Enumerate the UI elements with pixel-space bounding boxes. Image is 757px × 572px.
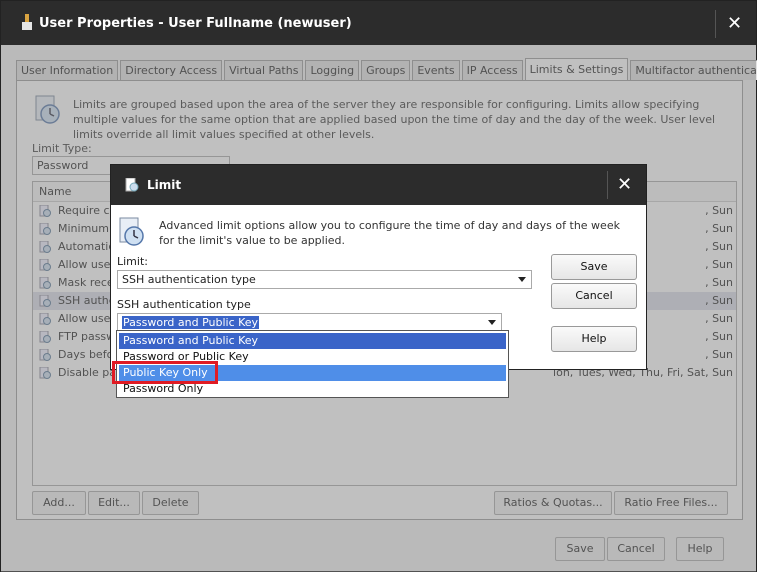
option-password-and-public-key[interactable]: Password and Public Key [119, 333, 506, 349]
close-icon: ✕ [616, 174, 633, 195]
window-titlebar: User Properties - User Fullname (newuser… [1, 1, 756, 45]
chevron-down-icon [518, 277, 526, 282]
app-icon [22, 14, 32, 30]
dialog-titlebar: Limit ✕ [111, 165, 646, 205]
limit-select-value: SSH authentication type [122, 273, 256, 286]
chevron-down-icon [488, 320, 496, 325]
window-close-button[interactable]: ✕ [715, 10, 753, 38]
ssh-auth-type-label: SSH authentication type [117, 298, 251, 311]
dialog-description: Advanced limit options allow you to conf… [159, 219, 620, 247]
dialog-close-button[interactable]: ✕ [607, 171, 641, 199]
dialog-help-button[interactable]: Help [551, 326, 637, 352]
ssh-auth-type-value: Password and Public Key [122, 316, 260, 329]
dialog-cancel-button[interactable]: Cancel [551, 283, 637, 309]
window-title: User Properties - User Fullname (newuser… [39, 16, 352, 31]
dialog-title: Limit [147, 178, 182, 192]
limit-select[interactable]: SSH authentication type [117, 270, 532, 289]
limit-label: Limit: [117, 255, 148, 268]
limit-document-icon [125, 178, 139, 192]
dialog-save-button[interactable]: Save [551, 254, 637, 280]
highlight-annotation-box [112, 361, 218, 384]
clock-document-icon [119, 217, 144, 246]
close-icon: ✕ [726, 13, 743, 34]
